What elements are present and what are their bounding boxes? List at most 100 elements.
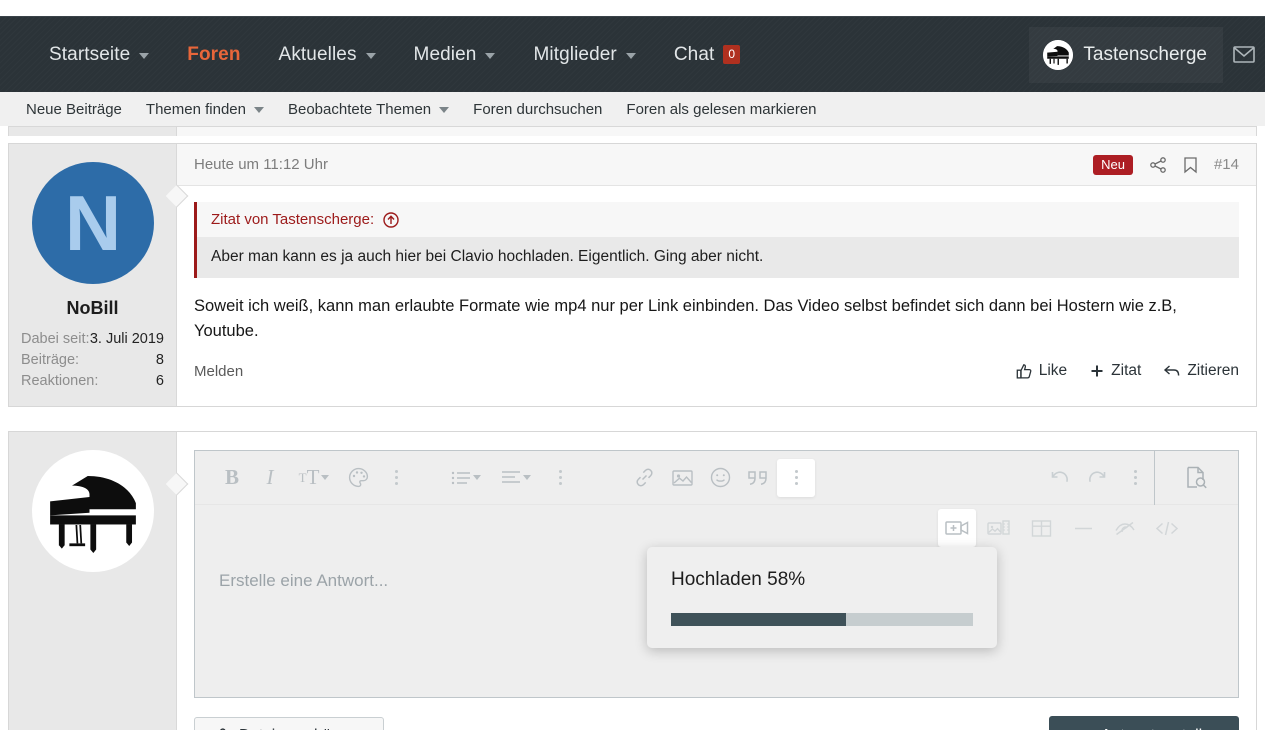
nav-item-foren[interactable]: Foren bbox=[168, 17, 259, 93]
more-vertical-icon[interactable] bbox=[1116, 459, 1154, 497]
spoiler-eye-off-icon[interactable] bbox=[1106, 509, 1144, 547]
subnav-item-label: Neue Beiträge bbox=[26, 100, 122, 118]
post-card: N NoBill Dabei seit: 3. Juli 2019 Beiträ… bbox=[8, 143, 1257, 407]
stat-label: Dabei seit: bbox=[21, 331, 90, 347]
share-icon[interactable] bbox=[1149, 156, 1167, 174]
stat-value: 8 bbox=[155, 352, 164, 368]
subnav-item-neue-beitraege[interactable]: Neue Beiträge bbox=[14, 92, 134, 126]
main-navigation-bar: Startseite Foren Aktuelles Medien Mitgli… bbox=[0, 16, 1265, 92]
nav-item-label: Chat bbox=[673, 43, 715, 65]
reply-editor-card: B I TT Erstelle eine Antwort... Hochlade… bbox=[8, 431, 1257, 730]
post-header-actions: Neu #14 bbox=[1093, 154, 1239, 175]
chevron-down-icon bbox=[485, 53, 496, 59]
blockquote-icon[interactable] bbox=[739, 459, 777, 497]
attach-files-button[interactable]: Dateien anhängen bbox=[194, 717, 384, 730]
stat-value: 3. Juli 2019 bbox=[89, 331, 164, 347]
post-header: Heute um 11:12 Uhr Neu #14 bbox=[177, 144, 1256, 186]
author-stat-joined: Dabei seit: 3. Juli 2019 bbox=[21, 329, 164, 350]
nav-item-label: Medien bbox=[413, 43, 477, 65]
upload-progress-fill bbox=[671, 613, 847, 626]
italic-icon[interactable]: I bbox=[251, 459, 289, 497]
smiley-icon[interactable] bbox=[701, 459, 739, 497]
subnav-item-foren-durchsuchen[interactable]: Foren durchsuchen bbox=[461, 92, 614, 126]
nav-item-aktuelles[interactable]: Aktuelles bbox=[260, 17, 395, 93]
post-author-name[interactable]: NoBill bbox=[21, 298, 164, 319]
chevron-down-icon bbox=[321, 475, 330, 480]
chevron-down-icon bbox=[439, 107, 450, 113]
subnav-item-beobachtete-themen[interactable]: Beobachtete Themen bbox=[276, 92, 461, 126]
post-body: Zitat von Tastenscherge: Aber man kann e… bbox=[177, 186, 1256, 348]
author-stat-posts: Beiträge: 8 bbox=[21, 350, 164, 371]
preview-document-icon[interactable] bbox=[1154, 450, 1238, 505]
subnav-item-foren-als-gelesen-markieren[interactable]: Foren als gelesen markieren bbox=[614, 92, 828, 126]
undo-icon[interactable] bbox=[1040, 459, 1078, 497]
image-icon[interactable] bbox=[663, 459, 701, 497]
more-dots bbox=[558, 470, 562, 485]
status-badge[interactable]: Neu bbox=[1093, 154, 1133, 175]
subnav-item-label: Beobachtete Themen bbox=[287, 100, 432, 118]
align-icon[interactable] bbox=[491, 459, 541, 497]
post-author-sidebar: N NoBill Dabei seit: 3. Juli 2019 Beiträ… bbox=[9, 144, 189, 406]
reply-with-quote-label: Zitieren bbox=[1187, 362, 1239, 379]
nav-item-label: Foren bbox=[187, 43, 241, 65]
text-color-palette-icon[interactable] bbox=[339, 459, 377, 497]
bullet-list-icon[interactable] bbox=[441, 459, 491, 497]
more-vertical-icon[interactable] bbox=[541, 459, 579, 497]
nav-item-startseite[interactable]: Startseite bbox=[30, 17, 168, 93]
chevron-down-icon bbox=[473, 475, 481, 480]
editor-toolbar-row-1: B I TT bbox=[195, 450, 1238, 505]
submit-reply-button[interactable]: Antwort erstellen bbox=[1048, 716, 1239, 730]
chevron-down-icon bbox=[523, 475, 531, 480]
stat-label: Reaktionen: bbox=[21, 373, 99, 389]
arrow-up-circle-icon[interactable] bbox=[383, 211, 399, 228]
previous-post-partial bbox=[8, 126, 1257, 136]
reply-editor-main: B I TT Erstelle eine Antwort... Hochlade… bbox=[177, 432, 1256, 730]
post-number[interactable]: #14 bbox=[1214, 156, 1239, 173]
reply-with-quote-button[interactable]: Zitieren bbox=[1163, 362, 1239, 380]
upload-progress-label: Hochladen 58% bbox=[671, 569, 806, 590]
editor-action-row: Dateien anhängen Antwort erstellen bbox=[194, 698, 1239, 730]
redo-icon[interactable] bbox=[1078, 459, 1116, 497]
table-icon[interactable] bbox=[1022, 509, 1060, 547]
subnav-item-label: Foren durchsuchen bbox=[473, 100, 603, 118]
subnav-item-label: Themen finden bbox=[145, 100, 246, 118]
more-vertical-icon[interactable] bbox=[777, 458, 815, 497]
nav-item-medien[interactable]: Medien bbox=[395, 17, 515, 93]
subnav-item-label: Foren als gelesen markieren bbox=[626, 100, 817, 118]
quote-author-label: Zitat von Tastenscherge: bbox=[211, 211, 375, 228]
like-button[interactable]: Like bbox=[1016, 362, 1067, 380]
rich-text-editor: B I TT Erstelle eine Antwort... Hochlade… bbox=[194, 450, 1239, 698]
previous-post-body bbox=[177, 127, 1256, 136]
quote-block: Zitat von Tastenscherge: Aber man kann e… bbox=[194, 202, 1239, 278]
nav-item-label: Mitglieder bbox=[533, 43, 617, 65]
post-message-text: Soweit ich weiß, kann man erlaubte Forma… bbox=[194, 297, 1177, 340]
subnav-item-themen-finden[interactable]: Themen finden bbox=[134, 92, 276, 126]
envelope-icon[interactable] bbox=[1223, 17, 1265, 93]
post-footer-actions: Like Zitat Zitieren bbox=[1016, 362, 1239, 380]
more-dots bbox=[794, 470, 798, 485]
nav-item-chat[interactable]: Chat 0 bbox=[655, 17, 759, 93]
report-link[interactable]: Melden bbox=[194, 363, 243, 380]
font-size-icon[interactable]: TT bbox=[289, 459, 339, 497]
more-vertical-icon[interactable] bbox=[377, 459, 415, 497]
post-timestamp[interactable]: Heute um 11:12 Uhr bbox=[194, 156, 328, 173]
user-menu-button[interactable]: Tastenscherge bbox=[1029, 26, 1223, 83]
previous-post-sidebar bbox=[9, 127, 177, 136]
link-icon[interactable] bbox=[625, 459, 663, 497]
reply-author-sidebar bbox=[9, 432, 189, 730]
avatar[interactable]: N bbox=[31, 162, 154, 284]
insert-video-icon[interactable] bbox=[938, 509, 976, 547]
more-dots bbox=[1133, 470, 1137, 485]
media-gallery-icon[interactable] bbox=[980, 509, 1018, 547]
quote-text: Aber man kann es ja auch hier bei Clavio… bbox=[197, 237, 1239, 278]
quote-label: Zitat bbox=[1111, 362, 1142, 379]
quote-button[interactable]: Zitat bbox=[1089, 362, 1141, 380]
code-icon[interactable] bbox=[1148, 509, 1186, 547]
nav-item-mitglieder[interactable]: Mitglieder bbox=[514, 17, 654, 93]
bookmark-icon[interactable] bbox=[1183, 156, 1198, 174]
post-main: Heute um 11:12 Uhr Neu #14 Zitat von Tas… bbox=[177, 144, 1256, 406]
horizontal-rule-icon[interactable] bbox=[1064, 509, 1102, 547]
chevron-down-icon bbox=[365, 53, 376, 59]
bold-icon[interactable]: B bbox=[213, 459, 251, 497]
main-nav-items: Startseite Foren Aktuelles Medien Mitgli… bbox=[0, 17, 759, 93]
